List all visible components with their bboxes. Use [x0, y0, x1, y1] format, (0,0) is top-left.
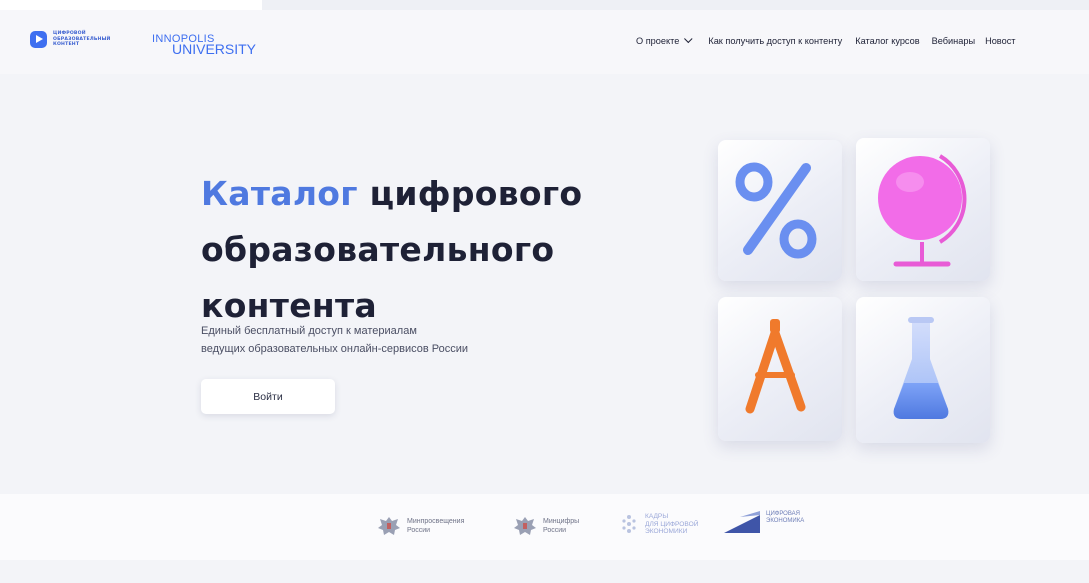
page-title: Каталог цифрового образовательного конте… — [201, 166, 582, 334]
nav-item-access[interactable]: Как получить доступ к контенту — [708, 36, 842, 46]
nav-item-webinars[interactable]: Вебинары — [932, 36, 975, 46]
partner-tsifrovaya-ekonomika[interactable]: ЦИФРОВАЯ ЭКОНОМИКА — [722, 511, 804, 533]
top-strip — [0, 0, 1089, 10]
percent-icon — [735, 162, 817, 259]
nav-item-catalog[interactable]: Каталог курсов — [855, 36, 919, 46]
compass-drafting-icon — [745, 319, 806, 414]
nav-item-about[interactable]: О проекте — [636, 36, 679, 46]
coat-of-arms-icon — [378, 517, 400, 535]
title-line3: контента — [201, 286, 377, 325]
tile-compass — [718, 297, 842, 441]
coat-of-arms-icon — [514, 517, 536, 535]
partner-label: КАДРЫ ДЛЯ ЦИФРОВОЙ ЭКОНОМИКИ — [645, 513, 699, 535]
partner-label: Минцифры России — [543, 518, 580, 534]
partner-label: Минпросвещения России — [407, 518, 465, 534]
tile-globe — [856, 138, 990, 281]
globe-icon — [878, 154, 967, 267]
band-bottom — [0, 560, 1089, 583]
subtitle-line2: ведущих образовательных онлайн-сервисов … — [201, 343, 469, 355]
site-header: ЦИФРОВОЙ ОБРАЗОВАТЕЛЬНЫЙ КОНТЕНТ INNOPOL… — [0, 10, 1089, 74]
page: ЦИФРОВОЙ ОБРАЗОВАТЕЛЬНЫЙ КОНТЕНТ INNOPOL… — [0, 0, 1089, 583]
login-button[interactable]: Войти — [201, 379, 335, 414]
kadry-logo-icon — [622, 515, 636, 534]
flask-icon — [893, 317, 949, 419]
logo-secondary-line2: UNIVERSITY — [172, 41, 257, 57]
title-line2: образовательного — [201, 230, 555, 269]
digital-economy-logo-icon — [724, 511, 760, 533]
tsifrovoy-kontent-logo[interactable]: ЦИФРОВОЙ ОБРАЗОВАТЕЛЬНЫЙ КОНТЕНТ — [30, 31, 111, 48]
chevron-down-icon[interactable] — [684, 34, 693, 44]
main-nav: О проекте Как получить доступ к контенту… — [636, 34, 1016, 46]
tile-percent — [718, 140, 842, 281]
partner-label: ЦИФРОВАЯ ЭКОНОМИКА — [766, 511, 805, 524]
title-accent: Каталог — [201, 174, 358, 213]
logo-primary-text: ЦИФРОВОЙ ОБРАЗОВАТЕЛЬНЫЙ КОНТЕНТ — [53, 31, 111, 48]
tile-flask — [856, 297, 990, 443]
partner-mintsifry[interactable]: Минцифры России — [513, 515, 579, 537]
partner-minprosveshcheniya[interactable]: Минпросвещения России — [377, 515, 464, 537]
hero-section: Каталог цифрового образовательного конте… — [0, 74, 1089, 494]
play-logo-icon — [30, 31, 47, 48]
innopolis-logo[interactable]: INNOPOLIS UNIVERSITY — [152, 33, 262, 59]
hero-subtitle: Единый бесплатный доступ к материалам ве… — [201, 322, 468, 358]
partner-kadry[interactable]: КАДРЫ ДЛЯ ЦИФРОВОЙ ЭКОНОМИКИ — [619, 513, 698, 536]
nav-item-news[interactable]: Новост — [985, 36, 1015, 46]
title-rest-line1: цифрового — [357, 174, 583, 213]
subtitle-line1: Единый бесплатный доступ к материалам — [201, 325, 417, 337]
